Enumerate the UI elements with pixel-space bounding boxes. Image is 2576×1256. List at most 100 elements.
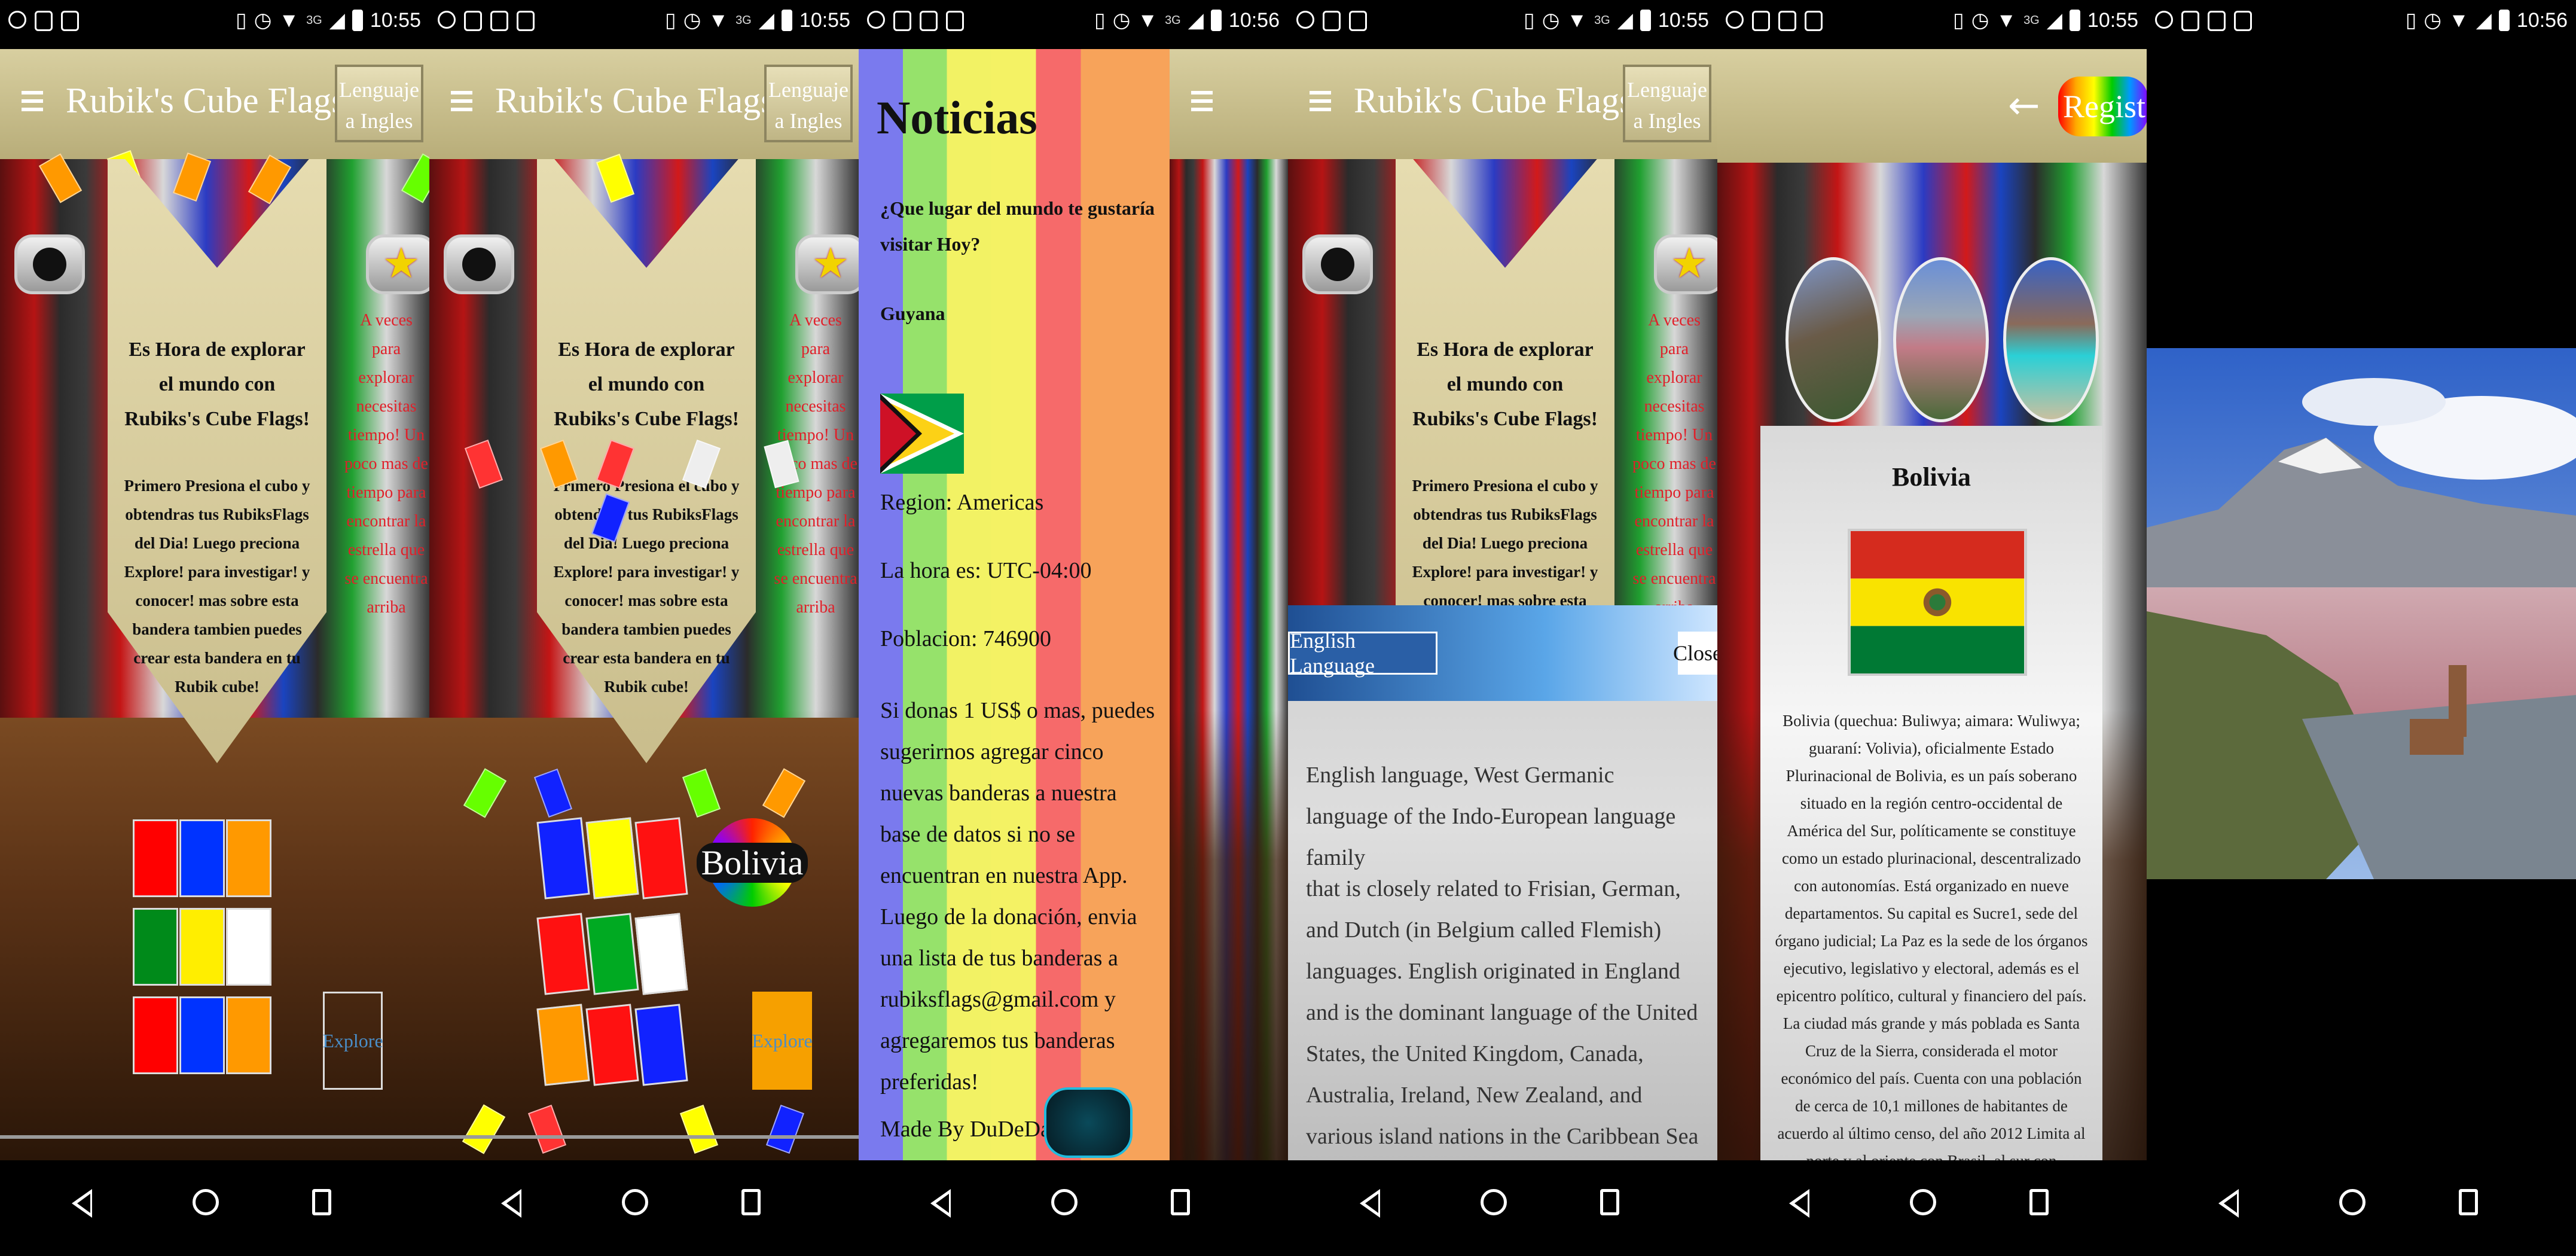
menu-icon[interactable] [451,91,472,116]
nav-home-icon[interactable] [193,1189,219,1215]
close-box-icon [61,11,79,31]
cube-tile [536,817,590,900]
language-button[interactable]: Lenguaje a Ingles [335,65,423,142]
menu-icon[interactable] [1191,91,1213,116]
system-icons: ▯ ◷ ▼ 3G ◢ 10:55 [665,8,850,32]
nav-home-icon[interactable] [1481,1189,1507,1215]
country-info-card: Bolivia Bolivia (quechua: Buliwya; aimar… [1760,426,2102,1252]
menu-icon[interactable] [22,91,43,116]
bomb-button[interactable] [444,234,514,294]
face-icon [893,11,911,31]
menu-icon[interactable] [1310,91,1331,116]
donation-text: Si donas 1 US$ o mas, puedes sugerirnos … [880,698,1155,1095]
nav-back-icon[interactable] [1360,1189,1380,1218]
cube-tile [133,819,178,897]
cube-tile [536,1004,590,1086]
app-bar: Rubik's Cube Flags Lenguaje a Ingles [0,49,429,159]
image-icon [920,11,938,31]
app-bar: Rubik's Cube Flags Lenguaje a Ingles [1288,49,1717,159]
nav-recents-icon[interactable] [1600,1189,1619,1215]
circle-icon [8,11,26,29]
nav-back-icon[interactable] [1789,1189,1809,1218]
star-button[interactable]: ★ [366,234,429,294]
language-button[interactable]: Lenguaje a Ingles [1623,65,1711,142]
face-icon [2181,11,2199,31]
credits-button[interactable] [1044,1087,1133,1158]
system-nav-bar [0,1160,429,1256]
language-button[interactable]: Lenguaje a Ingles [764,65,853,142]
network-type: 3G [735,13,752,27]
register-button[interactable]: Register [2058,77,2147,136]
nav-home-icon[interactable] [1910,1189,1936,1215]
cube-tile [585,1004,639,1086]
nav-back-icon[interactable] [2218,1189,2239,1218]
landscape-thumbnail[interactable] [1893,257,1989,422]
status-bar: ▯ ◷ ▼ 3G ◢ 10:55 [429,0,859,49]
signal-icon: ◢ [1188,9,1204,32]
explore-button[interactable]: Explore [322,992,383,1090]
scroll-indicator [0,1135,429,1139]
nav-back-icon[interactable] [501,1189,521,1218]
close-box-icon [1805,11,1823,31]
nav-recents-icon[interactable] [312,1189,331,1215]
vibrate-icon: ▯ [1953,9,1964,32]
country-result-label: Bolivia [696,842,808,883]
face-icon [1752,11,1770,31]
dialog-header: English Language Close [1288,605,1717,701]
battery-icon [1640,10,1651,31]
nav-home-icon[interactable] [2339,1189,2366,1215]
bomb-button[interactable] [1302,234,1373,294]
cube-tile [634,817,688,900]
battery-icon [781,10,792,31]
welcome-instructions: Primero Presiona el cubo y obtendras tus… [553,477,740,696]
bomb-icon [33,248,66,281]
nav-recents-icon[interactable] [2029,1189,2049,1215]
nav-recents-icon[interactable] [741,1189,761,1215]
screen-home-shuffling: ▯ ◷ ▼ 3G ◢ 10:55 Rubik's Cube Flags Leng… [429,0,859,1256]
app-bar [1170,49,1288,159]
nav-back-icon[interactable] [930,1189,951,1218]
nav-home-icon[interactable] [622,1189,648,1215]
star-icon: ★ [1670,241,1708,287]
bolivia-flag [1848,529,2027,676]
system-nav-bar [859,1160,1288,1256]
nav-home-icon[interactable] [1051,1189,1078,1215]
alarm-icon: ◷ [683,9,701,32]
dialog-paragraph: English language, West Germanic language… [1306,763,1676,870]
clock: 10:56 [2516,8,2568,32]
star-button[interactable]: ★ [1654,234,1717,294]
language-dialog: English Language Close English language,… [1288,605,1717,1190]
landscape-photo[interactable] [2147,348,2576,879]
vibrate-icon: ▯ [665,9,676,32]
nav-recents-icon[interactable] [2459,1189,2478,1215]
network-type: 3G [2023,13,2040,27]
network-type: 3G [1594,13,1610,27]
notification-icons [8,11,79,31]
alarm-icon: ◷ [1542,9,1560,32]
alarm-icon: ◷ [1971,9,1989,32]
country-result-pill[interactable]: Bolivia [696,818,808,907]
system-icons: ▯ ◷ ▼ 3G ◢ 10:55 [1524,8,1709,32]
back-arrow-icon[interactable]: ← [2008,84,2040,128]
bomb-button[interactable] [14,234,85,294]
close-box-icon [2234,11,2252,31]
image-icon [2208,11,2226,31]
landscape-thumbnail[interactable] [1786,257,1881,422]
battery-icon [2498,10,2510,31]
nav-back-icon[interactable] [72,1189,92,1218]
face-icon [1323,11,1341,31]
dialog-close-button[interactable]: Close [1673,632,1717,675]
system-nav-bar [1717,1160,2147,1256]
star-button[interactable]: ★ [795,234,859,294]
cube-photo-background [1170,159,1288,1160]
system-nav-bar [429,1160,859,1256]
notification-icons [867,11,964,31]
cube-tile [133,996,178,1074]
face-icon [464,11,482,31]
explore-button[interactable]: Explore [752,992,813,1090]
system-icons: ▯ ◷ ▼ 3G ◢ 10:55 [236,8,421,32]
app-title: Rubik's Cube Flags [495,81,775,120]
landscape-thumbnail[interactable] [2003,257,2099,422]
star-icon: ★ [382,241,420,287]
nav-recents-icon[interactable] [1171,1189,1190,1215]
